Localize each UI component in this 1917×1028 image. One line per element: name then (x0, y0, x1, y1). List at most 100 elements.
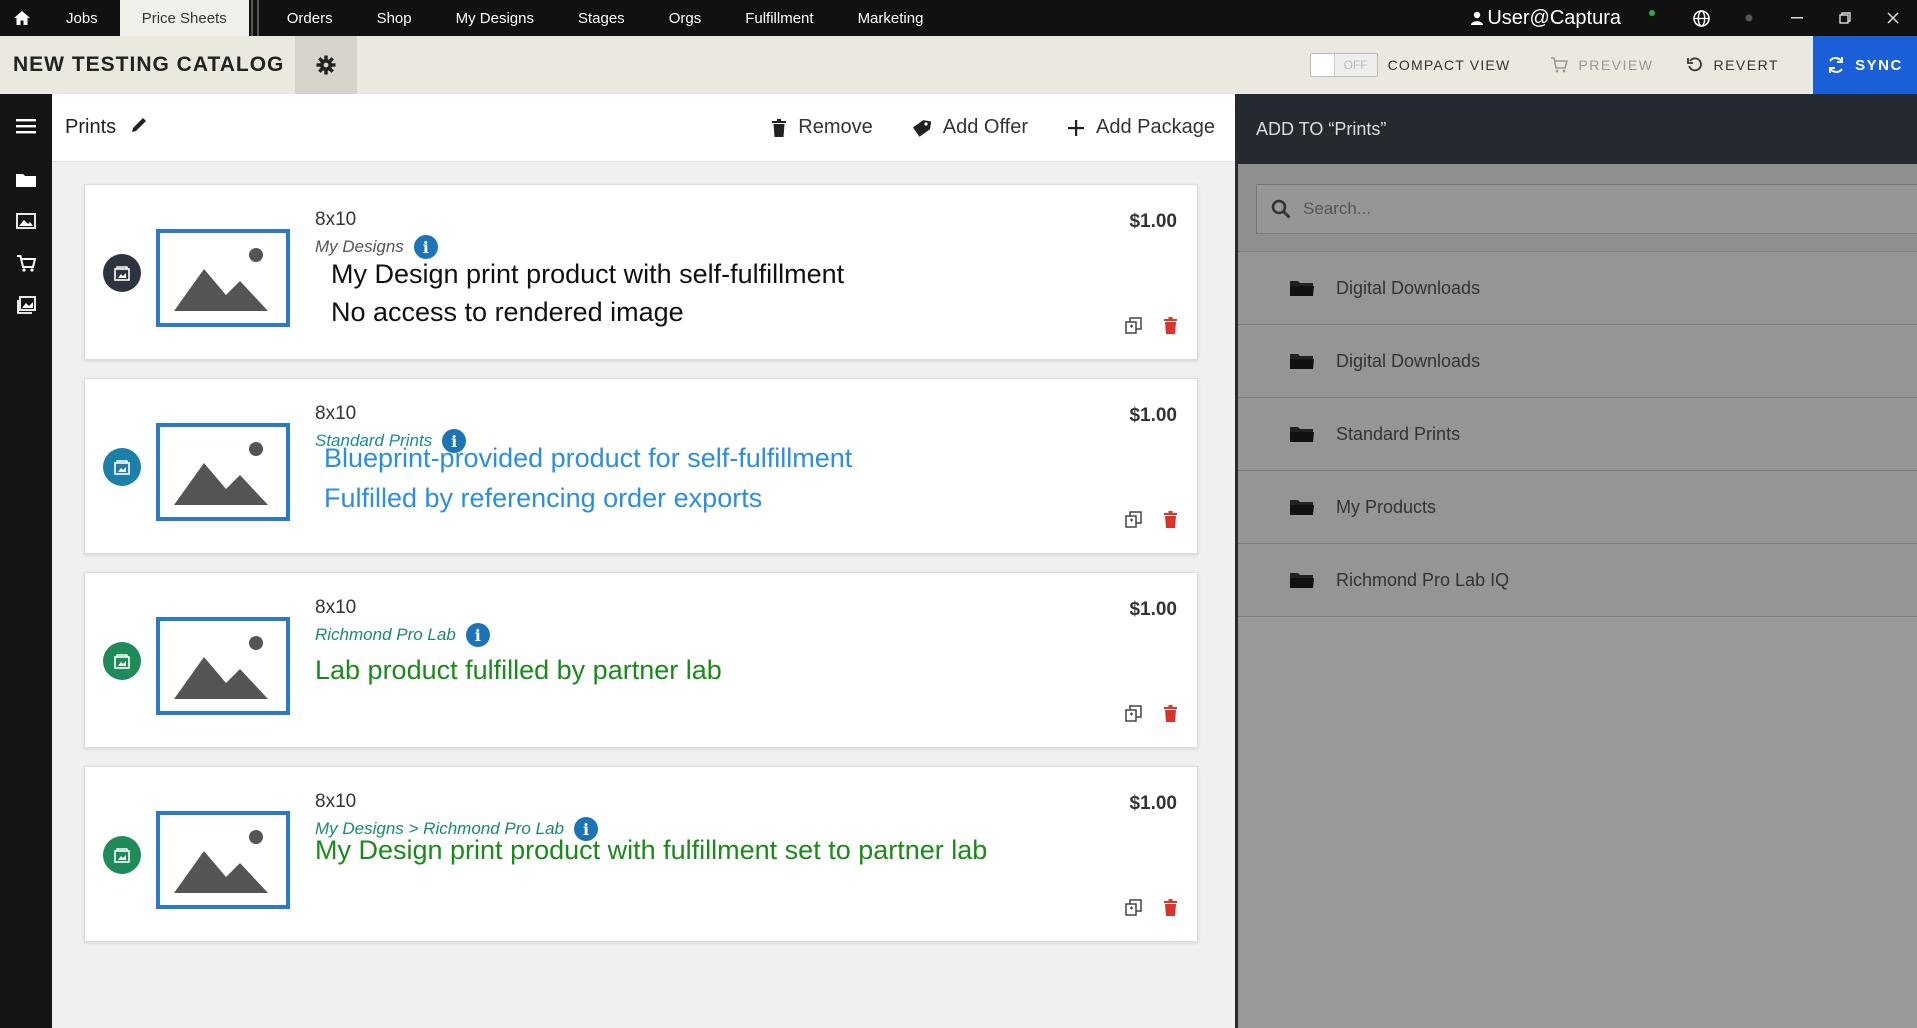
product-note: No access to rendered image (331, 297, 684, 327)
product-card[interactable]: 8x10 My Designs > Richmond Pro Lab i My … (84, 766, 1198, 942)
duplicate-icon[interactable] (1125, 511, 1142, 533)
product-note: Blueprint-provided product for self-fulf… (324, 443, 853, 473)
nav-marketing[interactable]: Marketing (836, 0, 946, 36)
folder-item[interactable]: Standard Prints (1238, 398, 1917, 471)
product-size: 8x10 (315, 403, 357, 424)
product-source: Richmond Pro Lab i (315, 623, 490, 647)
nav-divider (250, 0, 259, 36)
product-type-badge-icon (103, 642, 141, 680)
folder-item[interactable]: Digital Downloads (1238, 325, 1917, 398)
product-card[interactable]: 8x10 Richmond Pro Lab i Lab product fulf… (84, 572, 1198, 748)
product-note: My Design print product with fulfillment… (315, 835, 988, 865)
folder-item[interactable]: Digital Downloads (1238, 252, 1917, 325)
section-title: Prints (65, 116, 117, 138)
product-size: 8x10 (315, 597, 357, 618)
cart-icon (1551, 57, 1569, 73)
folder-label: Digital Downloads (1336, 350, 1481, 371)
cart-icon[interactable] (0, 242, 52, 284)
compact-view-toggle[interactable]: OFF (1309, 53, 1378, 77)
folder-list: Digital Downloads Digital Downloads Stan… (1238, 252, 1917, 617)
gallery-icon[interactable] (0, 284, 52, 326)
preview-button[interactable]: PREVIEW (1550, 57, 1653, 73)
left-rail (0, 94, 52, 1028)
product-price: $1.00 (1129, 793, 1177, 814)
edit-pencil-icon[interactable] (130, 116, 148, 139)
product-price: $1.00 (1129, 599, 1177, 620)
product-card[interactable]: 8x10 Standard Prints i Blueprint-provide… (84, 378, 1198, 554)
duplicate-icon[interactable] (1125, 899, 1142, 921)
add-offer-button[interactable]: Add Offer (912, 116, 1028, 139)
globe-icon[interactable] (1677, 0, 1725, 36)
folder-label: Richmond Pro Lab IQ (1336, 569, 1510, 590)
search-icon (1271, 199, 1291, 219)
product-size: 8x10 (315, 791, 357, 812)
sync-button[interactable]: SYNC (1813, 36, 1917, 94)
delete-trash-icon[interactable] (1164, 511, 1177, 533)
trash-icon (772, 118, 787, 137)
nav-shop[interactable]: Shop (355, 0, 434, 36)
panel-title: ADD TO “Prints” (1238, 94, 1917, 164)
catalog-toolbar: Prints Remove Add Offer Add Package (52, 94, 1235, 162)
delete-trash-icon[interactable] (1164, 899, 1177, 921)
hamburger-menu-icon[interactable] (0, 94, 52, 158)
product-price: $1.00 (1129, 405, 1177, 426)
main-content: Prints Remove Add Offer Add Package 8x10… (52, 94, 1235, 1028)
home-icon[interactable] (0, 0, 44, 36)
user-name: User@Captura (1487, 6, 1621, 29)
delete-trash-icon[interactable] (1164, 317, 1177, 339)
info-icon[interactable]: i (465, 623, 490, 647)
nav-jobs[interactable]: Jobs (44, 0, 120, 36)
search-input[interactable]: Search... (1256, 184, 1917, 234)
folder-item[interactable]: My Products (1238, 471, 1917, 544)
folder-icon (1290, 281, 1314, 296)
product-note: My Design print product with self-fulfil… (331, 259, 845, 289)
undo-icon (1687, 57, 1703, 72)
product-thumbnail-image-icon (156, 811, 290, 909)
duplicate-icon[interactable] (1125, 705, 1142, 727)
nav-orgs[interactable]: Orgs (647, 0, 724, 36)
product-price: $1.00 (1129, 211, 1177, 232)
revert-button[interactable]: REVERT (1687, 57, 1779, 73)
minimize-icon[interactable] (1773, 0, 1821, 36)
product-note: Fulfilled by referencing order exports (324, 483, 763, 513)
user-menu[interactable]: User@Captura (1471, 7, 1621, 30)
add-to-panel: ADD TO “Prints” Search... Digital Downlo… (1235, 94, 1917, 1028)
folder-label: Standard Prints (1336, 423, 1461, 444)
product-thumbnail-image-icon (156, 423, 290, 521)
add-package-button[interactable]: Add Package (1068, 116, 1215, 139)
product-card[interactable]: 8x10 My Designs i My Design print produc… (84, 184, 1198, 360)
user-icon (1471, 11, 1484, 25)
folder-icon[interactable] (0, 158, 52, 200)
top-nav: Jobs Price Sheets Orders Shop My Designs… (0, 0, 1917, 36)
product-type-badge-icon (103, 254, 141, 292)
product-thumbnail-image-icon (156, 617, 290, 715)
catalog-header: NEW TESTING CATALOG OFF COMPACT VIEW PRE… (0, 36, 1917, 94)
gear-icon[interactable] (295, 36, 357, 94)
nav-fulfillment[interactable]: Fulfillment (723, 0, 835, 36)
nav-orders[interactable]: Orders (265, 0, 355, 36)
remove-button[interactable]: Remove (772, 116, 873, 139)
compact-view-label: COMPACT VIEW (1387, 57, 1511, 73)
duplicate-icon[interactable] (1125, 317, 1142, 339)
image-icon[interactable] (0, 200, 52, 242)
product-type-badge-icon (103, 836, 141, 874)
status-indicator-icon (1725, 0, 1773, 36)
catalog-title: NEW TESTING CATALOG (13, 53, 285, 76)
restore-icon[interactable] (1821, 0, 1869, 36)
product-size: 8x10 (315, 209, 357, 230)
product-type-badge-icon (103, 448, 141, 486)
sync-icon (1829, 57, 1844, 73)
close-icon[interactable] (1869, 0, 1917, 36)
folder-item[interactable]: Richmond Pro Lab IQ (1238, 544, 1917, 617)
toggle-state-label: OFF (1334, 54, 1377, 76)
nav-stages[interactable]: Stages (556, 0, 647, 36)
product-thumbnail-image-icon (156, 229, 290, 327)
tag-icon (912, 119, 931, 137)
delete-trash-icon[interactable] (1164, 705, 1177, 727)
nav-my-designs[interactable]: My Designs (434, 0, 556, 36)
nav-price-sheets[interactable]: Price Sheets (119, 0, 249, 36)
product-list: 8x10 My Designs i My Design print produc… (84, 184, 1198, 960)
search-placeholder: Search... (1303, 199, 1372, 218)
folder-icon (1290, 427, 1314, 442)
folder-icon (1290, 500, 1314, 515)
